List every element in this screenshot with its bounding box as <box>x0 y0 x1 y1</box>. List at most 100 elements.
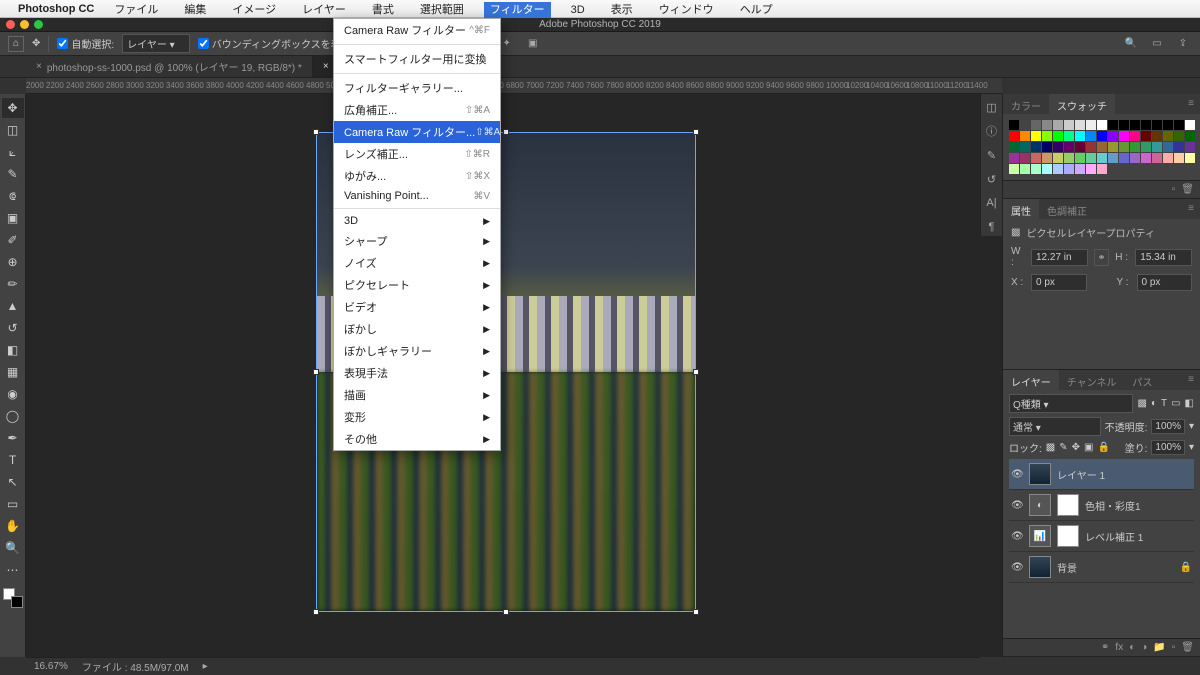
color-swatch[interactable] <box>1020 164 1030 174</box>
link-layers-icon[interactable]: ⚭ <box>1101 642 1109 653</box>
paragraph-icon[interactable]: ¶ <box>983 218 1001 236</box>
layer-item[interactable]: 👁◐色相・彩度1 <box>1009 490 1194 521</box>
visibility-icon[interactable]: 👁 <box>1011 500 1023 511</box>
layer-item[interactable]: 👁レイヤー 1 <box>1009 459 1194 490</box>
menu-item[interactable]: フィルターギャラリー... <box>334 77 500 99</box>
color-swatch[interactable] <box>1108 131 1118 141</box>
transform-handle[interactable] <box>313 369 319 375</box>
color-swatch[interactable] <box>1075 142 1085 152</box>
menu-編集[interactable]: 編集 <box>178 2 212 18</box>
menu-表示[interactable]: 表示 <box>605 2 639 18</box>
transform-handle[interactable] <box>503 609 509 615</box>
color-swatch[interactable] <box>1031 131 1041 141</box>
color-swatch[interactable] <box>1075 164 1085 174</box>
tab-color[interactable]: カラー <box>1003 94 1049 114</box>
character-icon[interactable]: A| <box>983 194 1001 212</box>
color-swatch[interactable] <box>1053 131 1063 141</box>
menu-3D[interactable]: 3D <box>565 2 591 18</box>
history-icon[interactable]: ↺ <box>983 170 1001 188</box>
color-swatch[interactable] <box>1141 142 1151 152</box>
marquee-tool[interactable]: ◫ <box>2 120 24 140</box>
menu-item[interactable]: シャープ▶ <box>334 230 500 252</box>
menu-item[interactable]: レンズ補正...⇧⌘R <box>334 143 500 165</box>
transform-handle[interactable] <box>693 129 699 135</box>
menu-item[interactable]: ぼかし▶ <box>334 318 500 340</box>
color-swatch[interactable] <box>1163 120 1173 130</box>
lock-paint-icon[interactable]: ✎ <box>1059 442 1067 453</box>
color-swatch[interactable] <box>1141 120 1151 130</box>
menu-ファイル[interactable]: ファイル <box>108 2 164 18</box>
color-swatch[interactable] <box>1108 120 1118 130</box>
color-swatch[interactable] <box>1108 142 1118 152</box>
color-swatch[interactable] <box>1053 142 1063 152</box>
color-swatch[interactable] <box>1053 120 1063 130</box>
menu-item[interactable]: ビデオ▶ <box>334 296 500 318</box>
width-field[interactable]: 12.27 in <box>1031 249 1088 266</box>
layer-item[interactable]: 👁📊レベル補正 1 <box>1009 521 1194 552</box>
color-swatch[interactable] <box>1097 120 1107 130</box>
file-info[interactable]: ファイル : 48.5M/97.0M <box>82 659 189 674</box>
x-field[interactable]: 0 px <box>1031 274 1087 291</box>
zoom-level[interactable]: 16.67% <box>34 661 68 672</box>
menu-item[interactable]: ぼかしギャラリー▶ <box>334 340 500 362</box>
menu-レイヤー[interactable]: レイヤー <box>296 2 352 18</box>
color-swatch[interactable] <box>1163 153 1173 163</box>
color-swatch[interactable] <box>1042 142 1052 152</box>
canvas[interactable] <box>26 94 1002 657</box>
tab-properties[interactable]: 属性 <box>1003 199 1039 219</box>
tab-swatches[interactable]: スウォッチ <box>1049 94 1115 114</box>
color-swatch[interactable] <box>1042 164 1052 174</box>
menu-item[interactable]: 描画▶ <box>334 384 500 406</box>
visibility-icon[interactable]: 👁 <box>1011 562 1023 573</box>
tab-layers[interactable]: レイヤー <box>1003 370 1059 390</box>
color-swatch[interactable] <box>1064 153 1074 163</box>
path-tool[interactable]: ↖ <box>2 472 24 492</box>
color-swatch[interactable] <box>1064 120 1074 130</box>
visibility-icon[interactable]: 👁 <box>1011 469 1023 480</box>
color-swatch[interactable] <box>1031 120 1041 130</box>
transform-handle[interactable] <box>313 129 319 135</box>
color-swatch[interactable] <box>1097 153 1107 163</box>
fill-field[interactable]: 100% <box>1151 440 1185 455</box>
color-swatch[interactable] <box>1031 164 1041 174</box>
color-swatch[interactable] <box>1174 142 1184 152</box>
lock-artboard-icon[interactable]: ▣ <box>1084 442 1093 453</box>
menu-item[interactable]: スマートフィルター用に変換 <box>334 48 500 70</box>
move-tool[interactable]: ✥ <box>2 98 24 118</box>
color-swatch[interactable] <box>1185 142 1195 152</box>
document-tab[interactable]: ×photoshop-ss-1000.psd @ 100% (レイヤー 19, … <box>26 56 313 77</box>
delete-icon[interactable]: 🗑 <box>1181 184 1194 195</box>
color-swatch[interactable] <box>1152 142 1162 152</box>
quick-select-tool[interactable]: ✎ <box>2 164 24 184</box>
color-swatch[interactable] <box>1119 120 1129 130</box>
new-swatch-icon[interactable]: ▫ <box>1172 184 1176 195</box>
pen-tool[interactable]: ✒ <box>2 428 24 448</box>
color-swatch[interactable] <box>1141 153 1151 163</box>
transform-handle[interactable] <box>693 609 699 615</box>
hand-tool[interactable]: ✋ <box>2 516 24 536</box>
home-button[interactable]: ⌂ <box>8 36 24 52</box>
menu-item[interactable]: Camera Raw フィルター...⇧⌘A <box>334 121 500 143</box>
layer-fx-icon[interactable]: fx <box>1115 642 1123 653</box>
eraser-tool[interactable]: ◧ <box>2 340 24 360</box>
close-icon[interactable] <box>6 20 15 29</box>
filter-adjust-icon[interactable]: ◐ <box>1151 398 1157 409</box>
fg-bg-swatch[interactable] <box>3 588 23 608</box>
color-swatch[interactable] <box>1152 120 1162 130</box>
color-swatch[interactable] <box>1185 131 1195 141</box>
lock-pos-icon[interactable]: ✥ <box>1072 442 1080 453</box>
blur-tool[interactable]: ◉ <box>2 384 24 404</box>
color-swatch[interactable] <box>1042 131 1052 141</box>
healing-tool[interactable]: ⊕ <box>2 252 24 272</box>
color-swatch[interactable] <box>1086 131 1096 141</box>
color-swatch[interactable] <box>1119 142 1129 152</box>
color-swatch[interactable] <box>1020 153 1030 163</box>
close-tab-icon[interactable]: × <box>323 61 329 72</box>
menu-item[interactable]: ノイズ▶ <box>334 252 500 274</box>
search-icon[interactable]: 🔍 <box>1122 36 1140 52</box>
color-swatch[interactable] <box>1075 153 1085 163</box>
filter-pixel-icon[interactable]: ▩ <box>1137 398 1146 409</box>
color-swatch[interactable] <box>1185 120 1195 130</box>
minimize-icon[interactable] <box>20 20 29 29</box>
transform-handle[interactable] <box>313 609 319 615</box>
